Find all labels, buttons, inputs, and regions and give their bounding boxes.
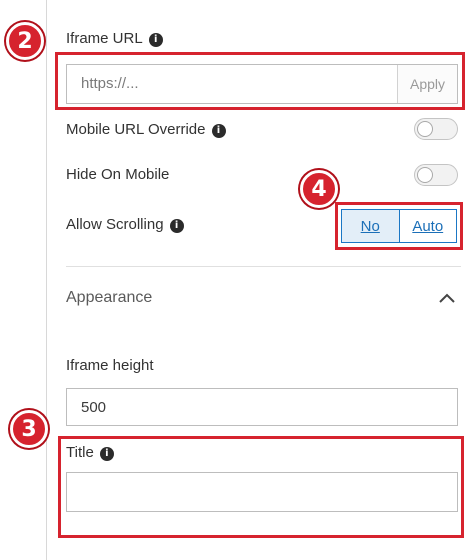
chevron-up-icon[interactable] [438, 292, 456, 304]
annotation-badge-3: 3 [10, 410, 48, 448]
iframe-height-label: Iframe height [66, 357, 154, 374]
info-icon[interactable]: i [148, 32, 163, 47]
hide-on-mobile-toggle[interactable] [414, 164, 458, 186]
iframe-height-input[interactable]: 500 [66, 388, 458, 426]
annotation-badge-2: 2 [6, 22, 44, 60]
annotation-box-allow-scrolling [335, 202, 463, 250]
info-icon[interactable]: i [211, 123, 226, 138]
annotation-box-title [58, 436, 464, 538]
mobile-url-override-label: Mobile URL Override [66, 121, 206, 138]
annotation-badge-4: 4 [300, 170, 338, 208]
toggle-knob [417, 121, 433, 137]
hide-on-mobile-label: Hide On Mobile [66, 166, 170, 183]
iframe-height-value: 500 [81, 399, 107, 416]
appearance-header[interactable]: Appearance [66, 289, 152, 307]
mobile-url-override-toggle[interactable] [414, 118, 458, 140]
iframe-url-label-row: Iframe URL i [66, 30, 163, 47]
allow-scrolling-label: Allow Scrolling [66, 216, 164, 233]
allow-scrolling-row: Allow Scrolling i [66, 216, 184, 233]
section-divider [66, 266, 461, 267]
toggle-knob [417, 167, 433, 183]
iframe-url-label: Iframe URL [66, 30, 143, 47]
mobile-url-override-row: Mobile URL Override i [66, 121, 226, 138]
info-icon[interactable]: i [169, 218, 184, 233]
annotation-box-iframe-url [55, 52, 465, 110]
